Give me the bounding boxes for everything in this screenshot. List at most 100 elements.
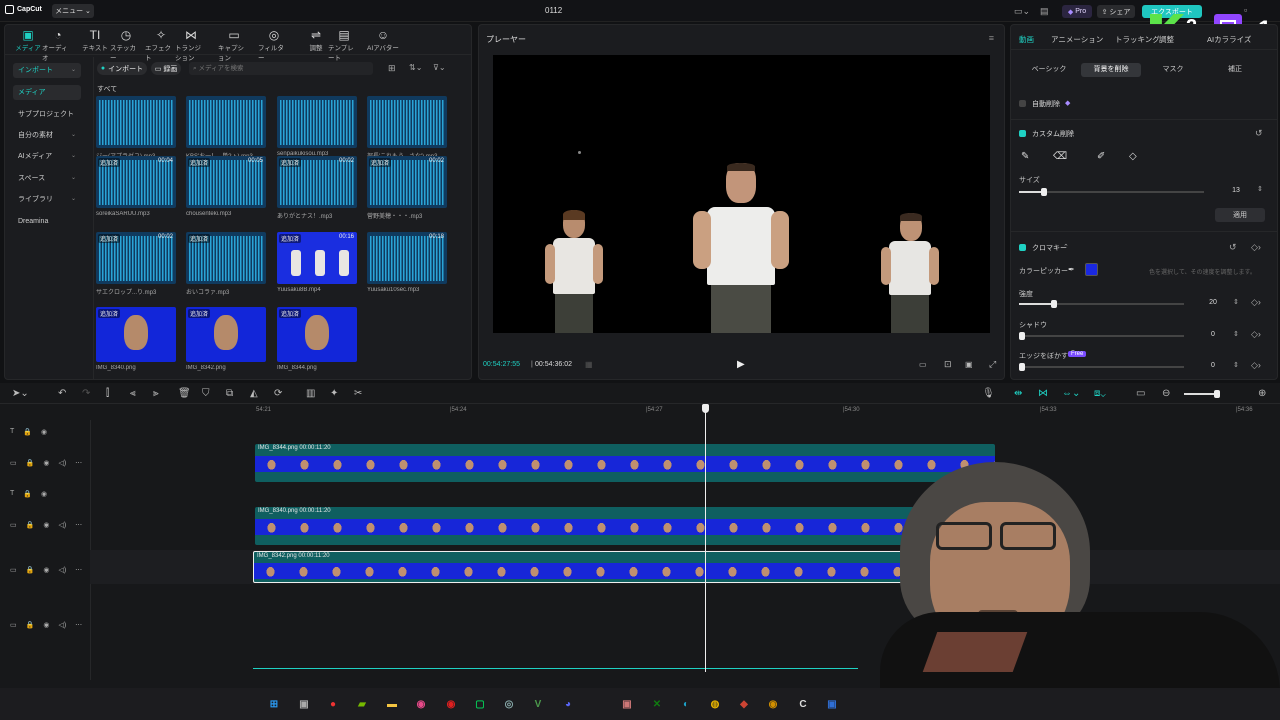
- delete-icon[interactable]: 🗑: [178, 388, 191, 399]
- menu-button[interactable]: メニュー ⌄: [52, 4, 94, 18]
- reset-chroma-icon[interactable]: ↺: [1229, 242, 1237, 253]
- media-item[interactable]: 追加済: [186, 307, 266, 362]
- link-icon[interactable]: ⇔⌄: [1062, 388, 1080, 399]
- layout-icon[interactable]: ▭⌄: [1014, 6, 1030, 17]
- size-value[interactable]: 13: [1216, 185, 1256, 197]
- tool-tab-text[interactable]: TI テキスト: [79, 28, 111, 52]
- import-button[interactable]: ● インポート: [97, 62, 147, 75]
- magic-icon[interactable]: ✦: [330, 388, 338, 399]
- segment-tab-2[interactable]: マスク: [1143, 63, 1203, 77]
- lips-icon[interactable]: ◉: [413, 696, 429, 712]
- freeze-icon[interactable]: ▥: [306, 388, 315, 399]
- link-main-icon[interactable]: ⇹: [1014, 388, 1022, 399]
- audio-icon[interactable]: ◁): [58, 459, 66, 467]
- file-explorer-icon[interactable]: ▬: [384, 696, 400, 712]
- more-icon[interactable]: ⋯: [75, 459, 82, 467]
- filter-icon[interactable]: ⊽⌄: [433, 63, 446, 72]
- app4-icon[interactable]: ◉: [765, 696, 781, 712]
- discord-icon[interactable]: ◕: [560, 696, 576, 712]
- task-view-icon[interactable]: ▣: [296, 696, 312, 712]
- eye-icon[interactable]: ◉: [43, 459, 49, 467]
- edge-stepper-icon[interactable]: ⇕: [1233, 361, 1239, 369]
- chroma-checkbox[interactable]: [1019, 244, 1026, 251]
- media-item[interactable]: 追加済: [96, 307, 176, 362]
- zoom-out-icon[interactable]: ⊖: [1162, 388, 1170, 399]
- media-item[interactable]: 00:18: [367, 232, 447, 284]
- brush-icon[interactable]: ✐: [1097, 151, 1105, 162]
- tool-tab-audio[interactable]: ◔ オーディオ: [42, 28, 74, 62]
- eyedropper-icon[interactable]: ✒: [1068, 265, 1075, 274]
- tool-tab-sticker[interactable]: ◷ ステッカー: [110, 28, 142, 62]
- grid-view-icon[interactable]: ⊞: [388, 63, 396, 74]
- chat-icon[interactable]: ◎: [501, 696, 517, 712]
- lock-icon[interactable]: 🔒: [26, 566, 35, 574]
- size-slider[interactable]: [1019, 188, 1204, 196]
- smart-brush-icon[interactable]: ✎: [1021, 151, 1029, 162]
- inspector-tab-3[interactable]: 調整: [1159, 34, 1174, 45]
- eye-icon[interactable]: ◉: [43, 621, 49, 629]
- media-item[interactable]: [96, 96, 176, 148]
- more-icon[interactable]: ⋯: [75, 566, 82, 574]
- inspector-tab-2[interactable]: トラッキング: [1115, 34, 1160, 45]
- eye-icon[interactable]: ◉: [41, 428, 47, 436]
- size-stepper-icon[interactable]: ⇕: [1257, 185, 1263, 193]
- mic-icon[interactable]: 🎙: [982, 388, 995, 399]
- mirror-icon[interactable]: ◭: [250, 388, 258, 399]
- caption-toggle-icon[interactable]: ▭: [1136, 388, 1145, 399]
- audio-icon[interactable]: ◁): [58, 521, 66, 529]
- apply-button[interactable]: 適用: [1215, 208, 1265, 222]
- zoom-in-icon[interactable]: ⊕: [1258, 388, 1266, 399]
- record-button[interactable]: ▭ 録画: [151, 62, 181, 75]
- playhead-handle[interactable]: [702, 404, 709, 413]
- app2-icon[interactable]: ▣: [619, 696, 635, 712]
- quality-icon[interactable]: ▣: [965, 360, 973, 369]
- sidebar-item-6[interactable]: ライブラリ ⌄: [13, 192, 81, 207]
- eye-icon[interactable]: ◉: [43, 566, 49, 574]
- audio-icon[interactable]: ◁): [58, 621, 66, 629]
- chrome-icon[interactable]: ◍: [707, 696, 723, 712]
- keyframe-chroma-icon[interactable]: ◇›: [1251, 242, 1261, 253]
- media-item[interactable]: 追加済: [186, 232, 266, 284]
- shadow-stepper-icon[interactable]: ⇕: [1233, 330, 1239, 338]
- tool-tab-ai-avatar[interactable]: ☺ AIアバター: [367, 28, 399, 52]
- strength-slider[interactable]: [1019, 300, 1184, 308]
- tool-tab-filter[interactable]: ◎ フィルター: [258, 28, 290, 62]
- edge-value[interactable]: 0: [1193, 360, 1233, 372]
- sidebar-item-1[interactable]: メディア: [13, 85, 81, 100]
- crop-preview-icon[interactable]: ⊡: [944, 359, 952, 370]
- vim-icon[interactable]: V: [530, 696, 546, 712]
- video-preview[interactable]: [493, 55, 990, 333]
- preview-axis-icon[interactable]: ⧈⌄: [1094, 388, 1106, 399]
- sort-icon[interactable]: ⇅⌄: [409, 63, 422, 72]
- media-item[interactable]: [277, 96, 357, 148]
- segment-tab-3[interactable]: 補正: [1205, 63, 1265, 77]
- tool-tab-transition[interactable]: ⋈ トランジション: [175, 28, 207, 62]
- more-icon[interactable]: ⋯: [75, 521, 82, 529]
- tool-tab-caption[interactable]: ▭ キャプション: [218, 28, 250, 62]
- inspector-tab-0[interactable]: 動画: [1019, 34, 1034, 45]
- sidebar-item-5[interactable]: スペース ⌄: [13, 171, 81, 186]
- inspector-tab-4[interactable]: AIカラライズ: [1207, 34, 1251, 45]
- more-icon[interactable]: ⋯: [75, 621, 82, 629]
- app3-icon[interactable]: ◆: [736, 696, 752, 712]
- segment-tab-1[interactable]: 背景を削除: [1081, 63, 1141, 77]
- shortcut-icon[interactable]: ▤: [1040, 6, 1049, 17]
- undo-icon[interactable]: ↶: [58, 388, 66, 399]
- crop-icon[interactable]: ⧉: [226, 388, 233, 399]
- lock-icon[interactable]: 🔒: [26, 621, 35, 629]
- split-left-icon[interactable]: ⫷: [130, 388, 136, 399]
- maximize-icon[interactable]: ▫: [1244, 5, 1247, 15]
- chroma-collapse-icon[interactable]: ⌃: [1063, 243, 1069, 251]
- split-icon[interactable]: ⫿: [106, 388, 109, 399]
- edge-icon[interactable]: ◐: [678, 696, 694, 712]
- lock-icon[interactable]: 🔒: [23, 428, 32, 436]
- media-search-input[interactable]: ⌕ メディアを検索: [189, 62, 373, 75]
- reset-custom-icon[interactable]: ↺: [1255, 128, 1263, 139]
- fullscreen-icon[interactable]: ⤢: [989, 359, 996, 370]
- shadow-value[interactable]: 0: [1193, 329, 1233, 341]
- player-menu-icon[interactable]: ≡: [989, 33, 994, 43]
- play-icon[interactable]: ▶: [737, 359, 745, 370]
- media-item[interactable]: 追加済 00:16: [277, 232, 357, 284]
- pro-button[interactable]: ◆ Pro: [1062, 5, 1092, 18]
- mark-icon[interactable]: ⛉: [202, 388, 210, 399]
